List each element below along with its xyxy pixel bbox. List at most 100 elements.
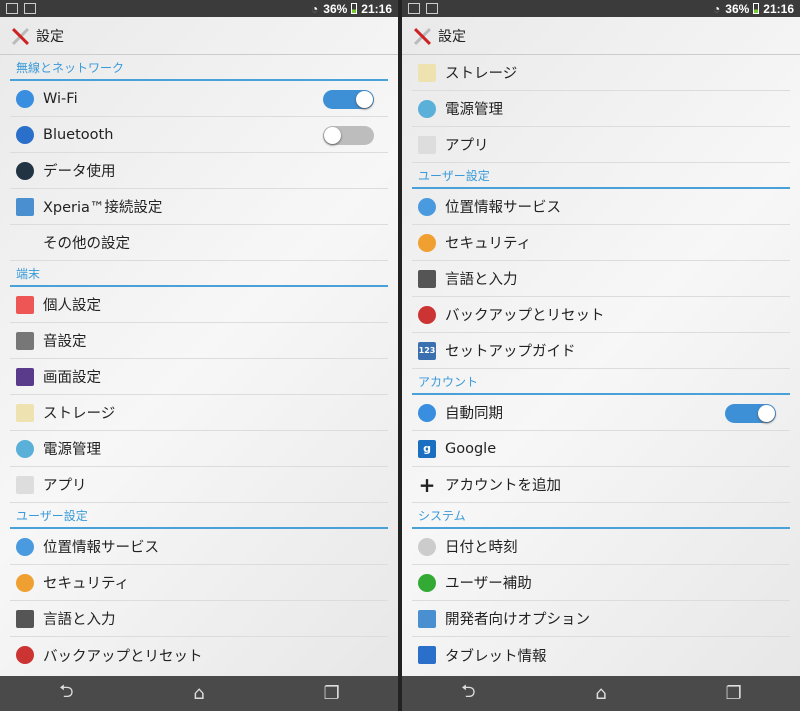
gallery-notification-icon [6, 3, 18, 14]
item-label: セットアップガイド [445, 344, 576, 360]
home-button[interactable]: ⌂ [581, 683, 621, 704]
section-header: 端末 [10, 261, 388, 287]
settings-item[interactable]: 画面設定 [10, 359, 388, 395]
item-label: バックアップとリセット [445, 308, 605, 324]
navigation-bar: ⮌ ⌂ ❐ [0, 676, 398, 711]
item-label: セキュリティ [43, 576, 130, 592]
item-label: ストレージ [445, 66, 518, 82]
setup-guide-icon: 123 [418, 341, 436, 360]
settings-item[interactable]: 位置情報サービス [412, 189, 790, 225]
back-button[interactable]: ⮌ [46, 679, 86, 709]
clock-time: 21:16 [361, 1, 392, 16]
toggle-switch[interactable] [323, 90, 374, 109]
settings-item[interactable]: 位置情報サービス [10, 529, 388, 565]
task-notification-icon [426, 3, 438, 14]
wifi-icon [16, 89, 34, 108]
keyboard-icon [16, 609, 34, 628]
bluetooth-icon [16, 125, 34, 144]
settings-item[interactable]: アプリ [412, 127, 790, 163]
settings-item[interactable]: g Google [412, 431, 790, 467]
settings-item[interactable]: 日付と時刻 [412, 529, 790, 565]
item-label: 言語と入力 [43, 612, 116, 628]
action-bar: 設定 [0, 17, 398, 55]
settings-item[interactable]: セキュリティ [412, 225, 790, 261]
developer-icon [418, 609, 436, 628]
backup-icon [16, 646, 34, 664]
settings-item[interactable]: その他の設定 [10, 225, 388, 261]
settings-item[interactable]: + アカウントを追加 [412, 467, 790, 503]
location-icon [418, 197, 436, 216]
item-label: 電源管理 [43, 442, 101, 458]
power-icon [16, 439, 34, 458]
settings-item[interactable]: ユーザー補助 [412, 565, 790, 601]
settings-list[interactable]: ストレージ電源管理 アプリ ユーザー設定位置情報サービスセキュリティ 言語と入力バック… [402, 55, 800, 676]
sync-icon [418, 403, 436, 422]
item-label: 日付と時刻 [445, 540, 518, 556]
item-label: Google [445, 440, 497, 457]
settings-item[interactable]: アプリ [10, 467, 388, 503]
item-label: ユーザー補助 [445, 576, 532, 592]
settings-item[interactable]: 開発者向けオプション [412, 601, 790, 637]
location-icon [16, 537, 34, 556]
item-label: アプリ [43, 478, 87, 494]
section-header: ユーザー設定 [412, 163, 790, 189]
page-title: 設定 [438, 28, 466, 45]
toggle-switch[interactable] [323, 126, 374, 145]
google-icon: g [418, 439, 436, 458]
status-bar: ◔ 36% 21:16 [0, 0, 398, 17]
settings-item[interactable]: 言語と入力 [412, 261, 790, 297]
item-label: タブレット情報 [445, 648, 547, 665]
backup-icon [418, 305, 436, 324]
storage-icon [16, 403, 34, 422]
item-label: バックアップとリセット [43, 648, 203, 665]
settings-item[interactable]: タブレット情報 [412, 637, 790, 673]
navigation-bar: ⮌ ⌂ ❐ [402, 676, 800, 711]
settings-item[interactable]: セキュリティ [10, 565, 388, 601]
item-label: 位置情報サービス [43, 540, 159, 556]
settings-item[interactable]: 電源管理 [412, 91, 790, 127]
settings-item[interactable]: Bluetooth [10, 117, 388, 153]
data-usage-icon [16, 161, 34, 180]
clock-icon [418, 537, 436, 556]
section-header: システム [412, 503, 790, 529]
home-button[interactable]: ⌂ [179, 683, 219, 704]
display-icon [16, 367, 34, 386]
sound-icon [16, 331, 34, 350]
settings-item[interactable]: 123 セットアップガイド [412, 333, 790, 369]
settings-item[interactable]: バックアップとリセット [412, 297, 790, 333]
settings-item[interactable]: 電源管理 [10, 431, 388, 467]
settings-item[interactable]: 音設定 [10, 323, 388, 359]
battery-icon [753, 3, 760, 14]
settings-item[interactable]: 言語と入力 [10, 601, 388, 637]
security-icon [16, 573, 34, 592]
security-icon [418, 233, 436, 252]
item-label: Xperia™接続設定 [43, 200, 163, 216]
settings-item[interactable]: Wi-Fi [10, 81, 388, 117]
settings-item[interactable]: 個人設定 [10, 287, 388, 323]
item-label: Wi-Fi [43, 90, 78, 107]
clock-time: 21:16 [763, 1, 794, 16]
settings-item[interactable]: バックアップとリセット [10, 637, 388, 673]
accessibility-icon [418, 573, 436, 592]
gallery-notification-icon [408, 3, 420, 14]
toggle-switch[interactable] [725, 404, 776, 423]
section-header: ユーザー設定 [10, 503, 388, 529]
section-header: 無線とネットワーク [10, 55, 388, 81]
apps-icon [418, 135, 436, 154]
recent-apps-button[interactable]: ❐ [714, 683, 754, 704]
xperia-connect-icon [16, 197, 34, 216]
recent-apps-button[interactable]: ❐ [312, 683, 352, 704]
item-label: 画面設定 [43, 370, 101, 386]
battery-percent: 36% [725, 1, 750, 16]
settings-item[interactable]: ストレージ [412, 55, 790, 91]
item-label: 位置情報サービス [445, 200, 561, 216]
settings-list[interactable]: 無線とネットワーク Wi-Fi Bluetooth データ使用 Xperia™接続設定そ… [0, 55, 398, 676]
settings-item[interactable]: ストレージ [10, 395, 388, 431]
item-label: 個人設定 [43, 298, 101, 314]
wifi-signal-icon: ◔ [713, 1, 721, 16]
action-bar: 設定 [402, 17, 800, 55]
settings-item[interactable]: データ使用 [10, 153, 388, 189]
back-button[interactable]: ⮌ [448, 679, 488, 709]
settings-item[interactable]: 自動同期 [412, 395, 790, 431]
settings-item[interactable]: Xperia™接続設定 [10, 189, 388, 225]
